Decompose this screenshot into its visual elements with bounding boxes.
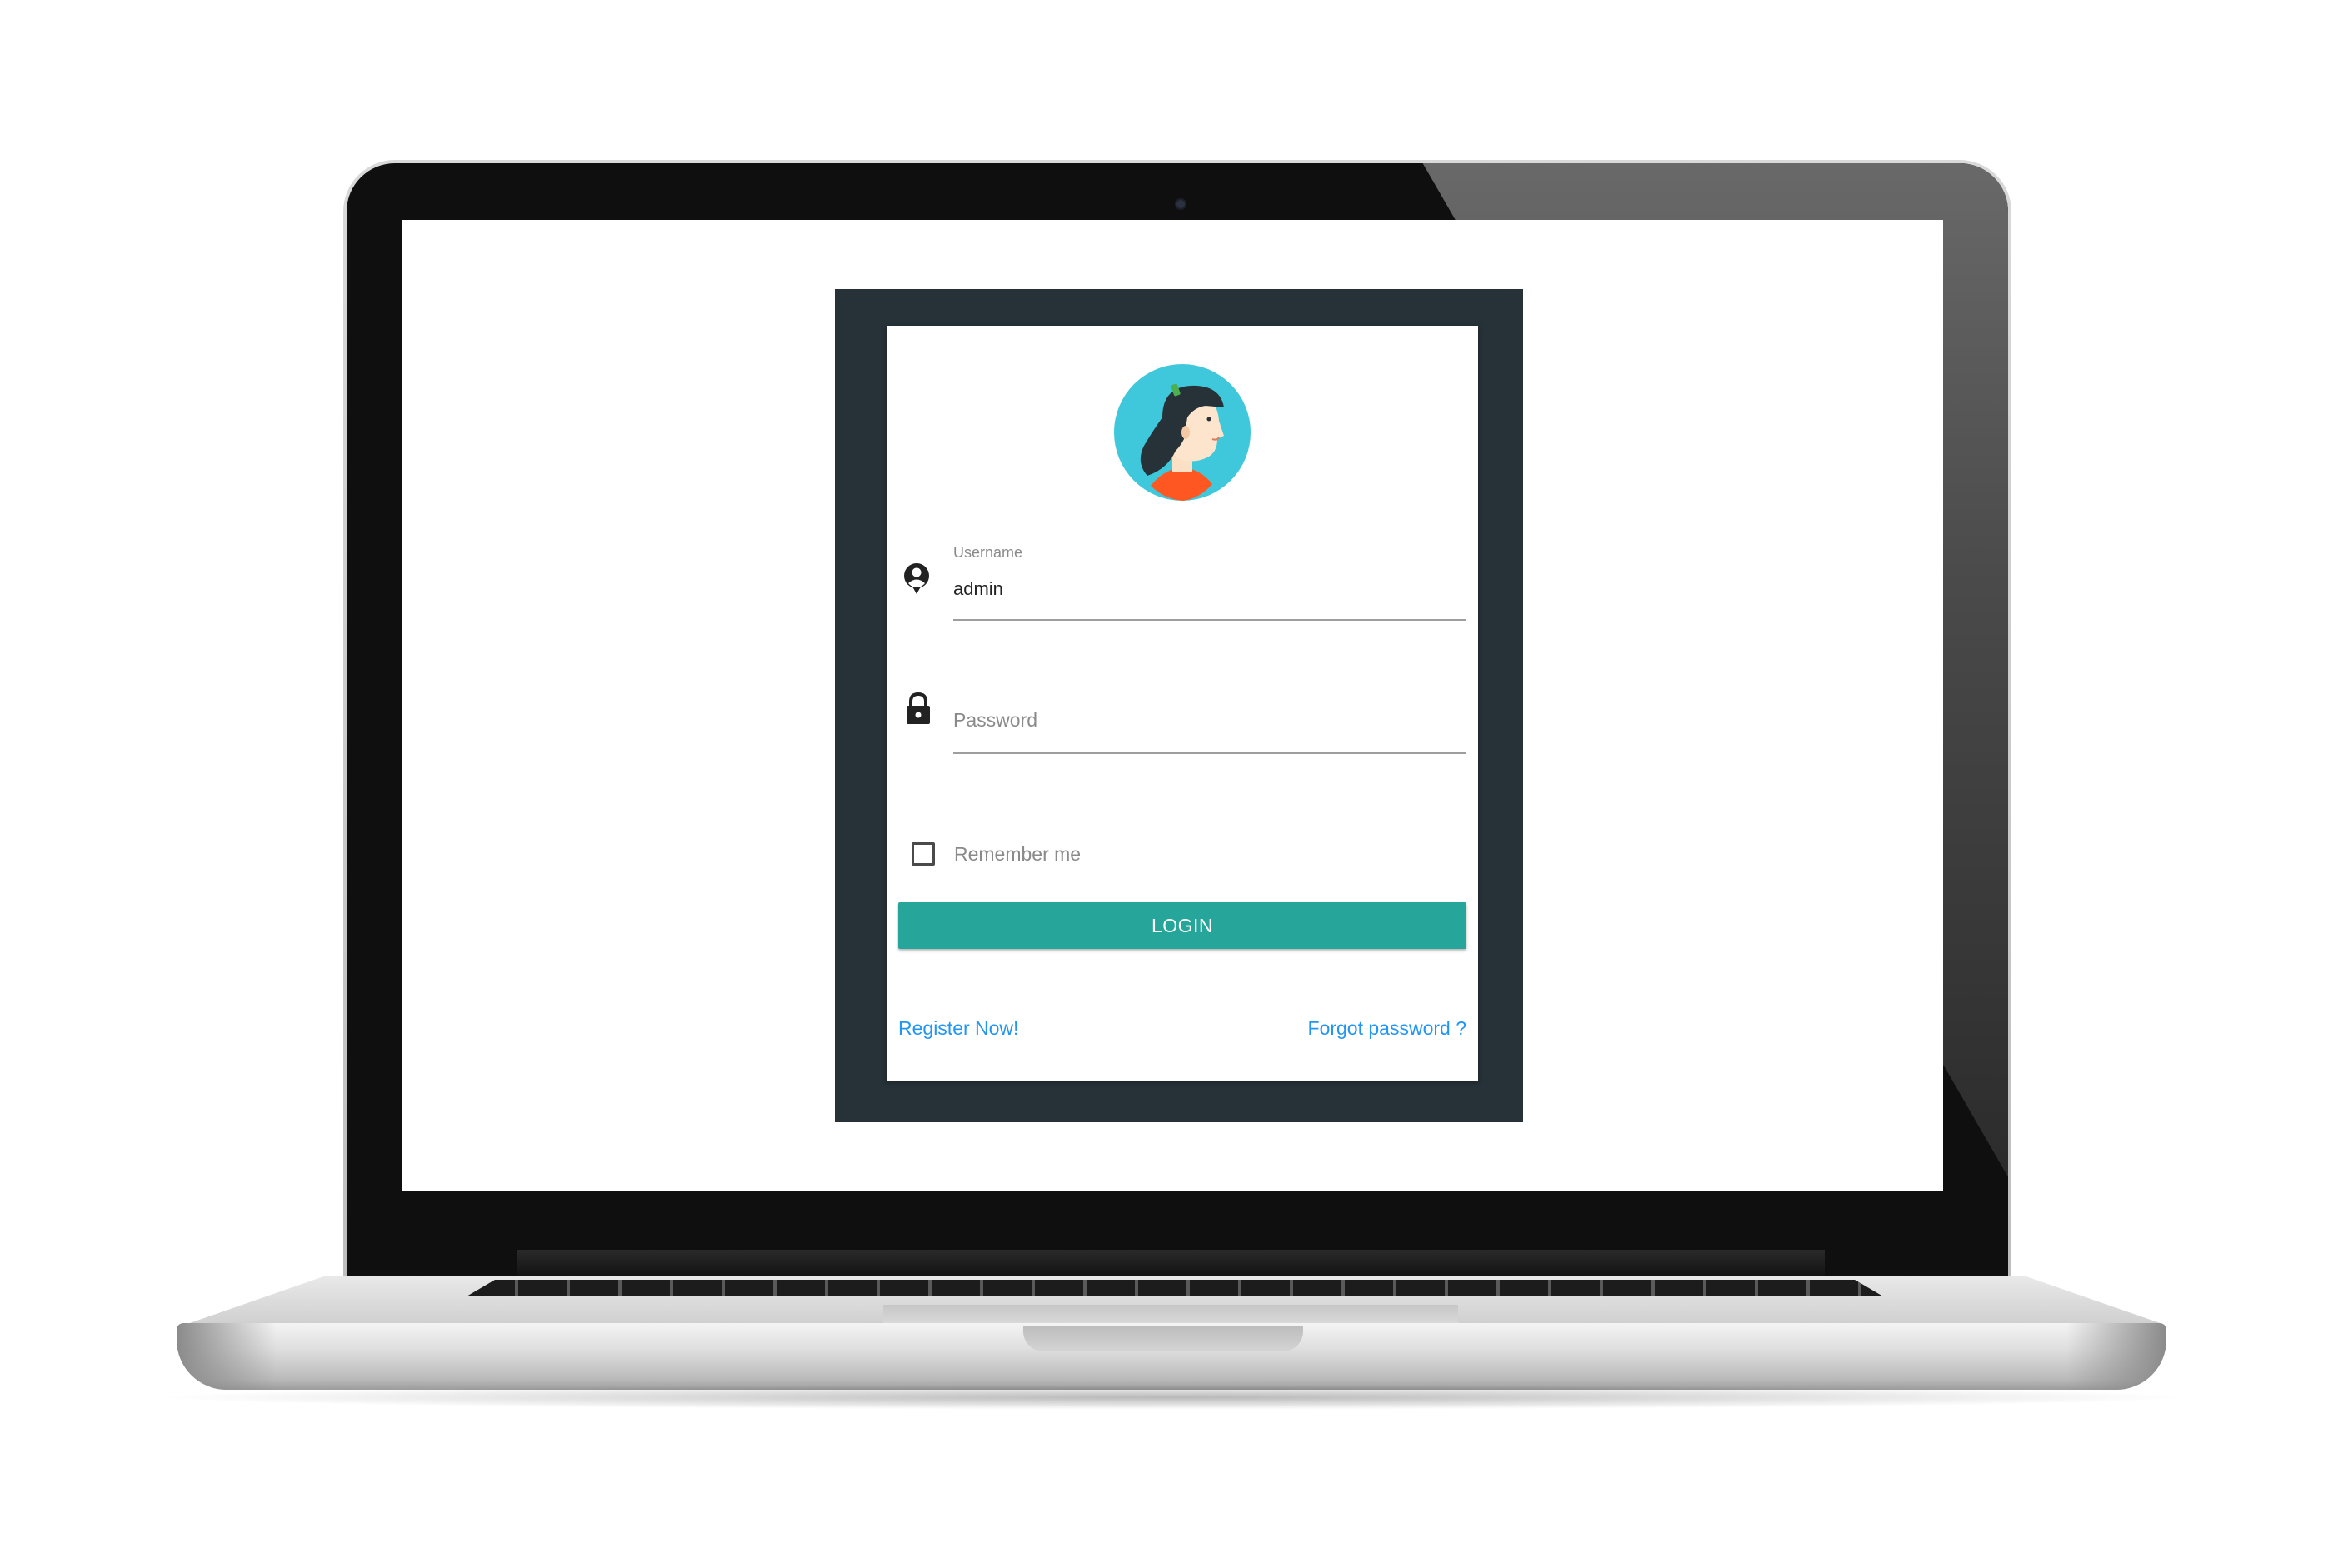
trackpad-edge (883, 1305, 1458, 1323)
forgot-password-link[interactable]: Forgot password ? (1308, 1017, 1466, 1040)
keyboard-edge (467, 1280, 1883, 1296)
username-label: Username (953, 544, 1023, 561)
laptop-shadow (150, 1385, 2200, 1410)
lock-icon (907, 692, 930, 724)
laptop-screen: Username admin Password Remember me LOGI… (402, 220, 1943, 1191)
laptop-hinge (517, 1250, 1825, 1278)
login-button[interactable]: LOGIN (898, 902, 1466, 949)
woman-avatar-icon (1114, 364, 1251, 501)
register-now-link[interactable]: Register Now! (898, 1017, 1018, 1040)
webcam (1175, 198, 1186, 210)
password-underline (953, 752, 1466, 754)
login-frame: Username admin Password Remember me LOGI… (835, 289, 1523, 1122)
opening-notch (1023, 1326, 1303, 1351)
login-card: Username admin Password Remember me LOGI… (887, 326, 1478, 1081)
username-input[interactable]: admin (953, 578, 1003, 600)
remember-me-label[interactable]: Remember me (954, 843, 1081, 866)
password-input[interactable]: Password (953, 709, 1037, 732)
username-underline (953, 619, 1466, 621)
account-icon (904, 563, 929, 594)
remember-me-checkbox[interactable] (912, 842, 935, 866)
